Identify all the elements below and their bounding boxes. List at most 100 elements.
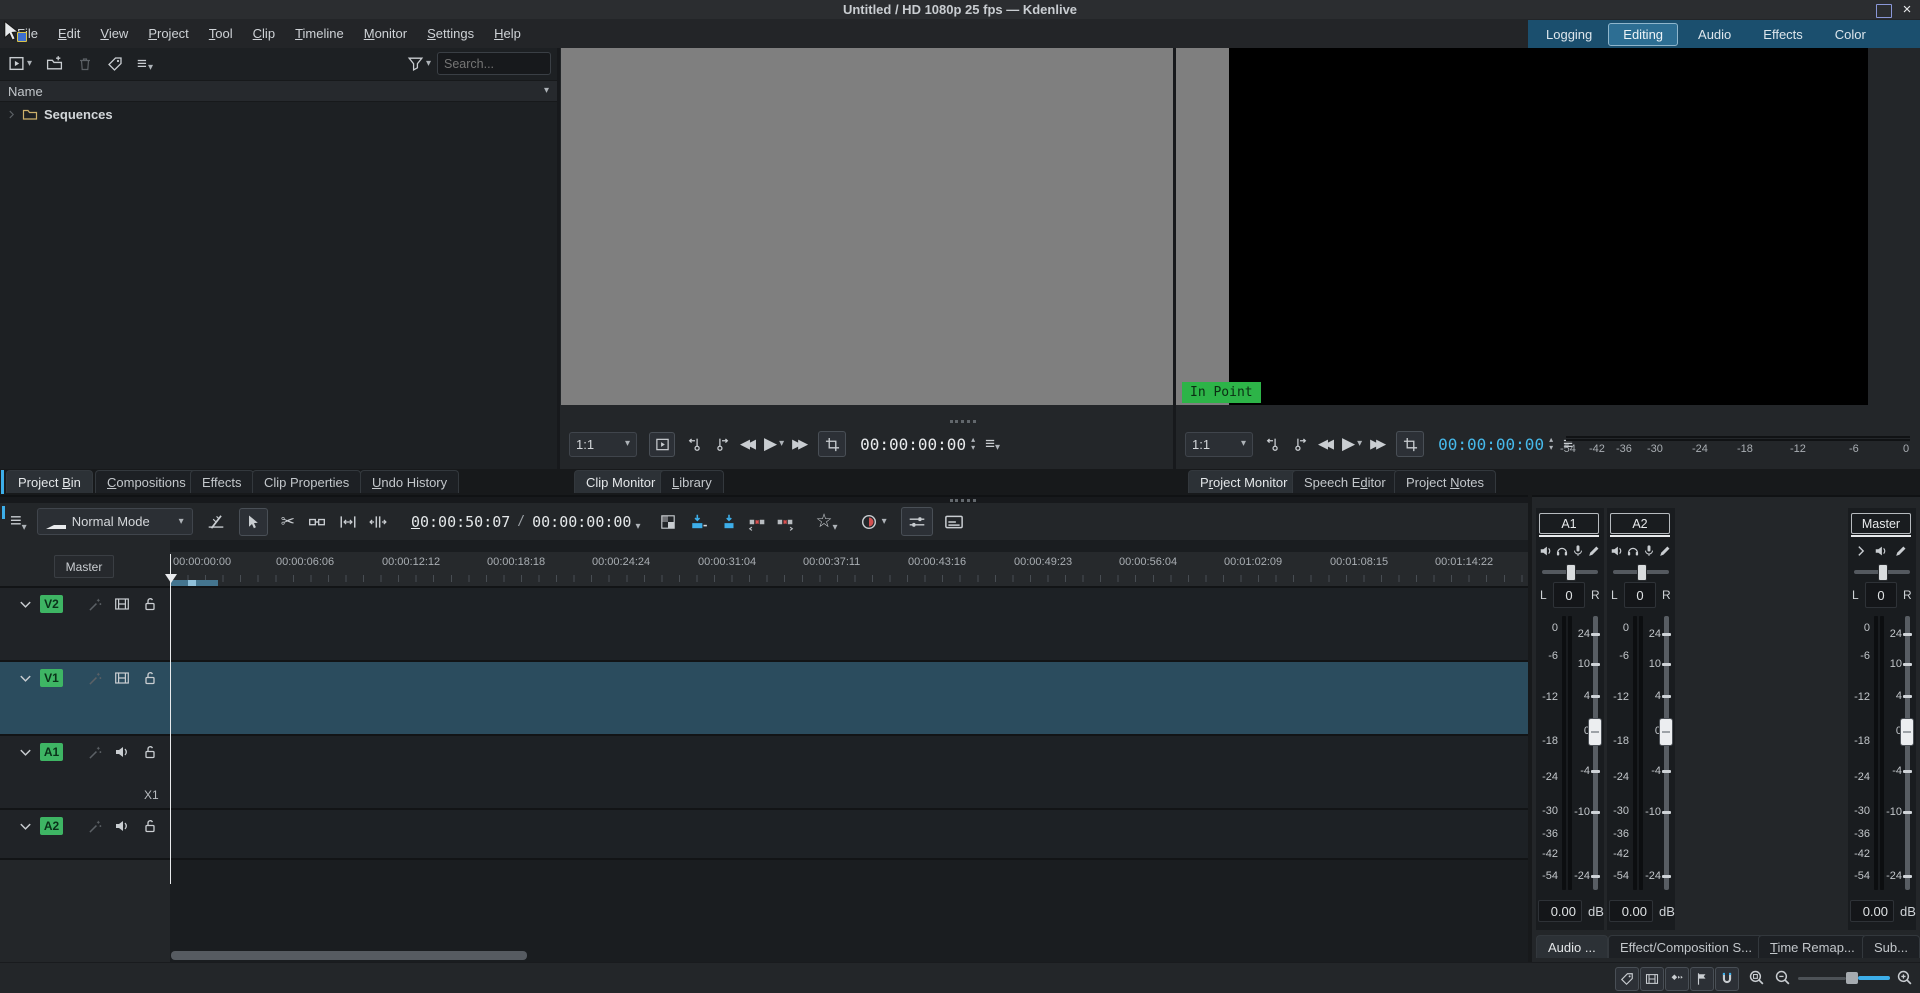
clip-timecode[interactable]: 00:00:00:00 <box>860 435 966 454</box>
balance-handle[interactable] <box>1566 564 1576 581</box>
splitter-dots[interactable] <box>950 420 976 423</box>
menu-settings[interactable]: Settings <box>418 26 483 41</box>
mute-icon[interactable] <box>1539 544 1553 558</box>
bin-header-caret-icon[interactable]: ▾ <box>544 86 549 96</box>
spacer-tool-icon[interactable] <box>339 513 357 531</box>
track-a1-header[interactable]: A1 X1 <box>0 736 170 808</box>
lock-icon[interactable] <box>142 596 158 612</box>
tab-effects[interactable]: Effects <box>190 470 254 493</box>
lock-icon[interactable] <box>142 818 158 834</box>
track-a2-body[interactable] <box>170 810 1528 858</box>
tab-subtitles[interactable]: Sub... <box>1862 935 1920 958</box>
show-effects-icon[interactable] <box>1658 544 1672 558</box>
add-clip-caret-icon[interactable]: ▾ <box>27 59 32 69</box>
favorite-effects-caret-icon[interactable]: ▾ <box>833 523 838 533</box>
playhead-line[interactable] <box>170 554 171 884</box>
effects-wand-icon[interactable] <box>88 597 103 612</box>
forward-icon[interactable]: ▶▶ <box>792 436 808 452</box>
tab-speech-editor[interactable]: Speech Editor <box>1292 470 1398 493</box>
track-name-badge[interactable]: V2 <box>40 595 63 613</box>
monitor-overlay-icon[interactable] <box>649 432 675 457</box>
timeline-position-timecode[interactable]: 00:00:50:07 <box>411 513 510 531</box>
balance-handle[interactable] <box>1637 564 1647 581</box>
timecode-down-icon[interactable]: ▾ <box>1549 444 1553 452</box>
tag-icon[interactable] <box>107 56 123 72</box>
volume-fader-handle[interactable] <box>1588 718 1602 746</box>
workspace-tab-logging[interactable]: Logging <box>1536 24 1602 45</box>
workspace-tab-editing[interactable]: Editing <box>1608 23 1678 46</box>
menu-icon[interactable]: ≡ <box>137 54 147 74</box>
collapse-track-icon[interactable] <box>18 597 33 612</box>
balance-value-box[interactable]: 0 <box>1865 582 1897 608</box>
timeline-menu-caret-icon[interactable]: ▾ <box>22 523 27 533</box>
zoom-slider-fill[interactable] <box>1858 976 1890 980</box>
monitor-mic-icon[interactable] <box>1571 544 1585 558</box>
compositing-icon[interactable] <box>659 513 677 531</box>
timecode-down-icon[interactable]: ▾ <box>971 444 975 452</box>
bin-name-header[interactable]: Name ▾ <box>0 80 557 102</box>
add-clip-icon[interactable] <box>8 55 25 72</box>
timeline-menu-icon[interactable]: ≡ <box>10 510 22 533</box>
snap-magnet-icon[interactable] <box>1715 967 1739 991</box>
create-folder-icon[interactable] <box>46 55 63 72</box>
track-name-badge[interactable]: A1 <box>40 743 63 761</box>
monitor-mic-icon[interactable] <box>1642 544 1656 558</box>
volume-fader-track[interactable] <box>1593 616 1598 890</box>
solo-icon[interactable] <box>1555 544 1569 558</box>
menu-monitor[interactable]: Monitor <box>355 26 416 41</box>
audio-track-icon[interactable] <box>114 744 130 760</box>
tab-time-remap[interactable]: Time Remap... <box>1758 935 1867 958</box>
menu-edit[interactable]: Edit <box>49 26 89 41</box>
mute-icon[interactable] <box>1610 544 1624 558</box>
maximize-button[interactable] <box>1876 4 1892 18</box>
effects-wand-icon[interactable] <box>88 819 103 834</box>
zoom-in-icon[interactable] <box>1896 969 1913 986</box>
balance-value-box[interactable]: 0 <box>1624 582 1656 608</box>
db-value-box[interactable]: 0.00 <box>1538 900 1582 922</box>
track-v1-body[interactable] <box>170 662 1528 734</box>
extract-zone-icon[interactable] <box>748 513 766 531</box>
forward-icon[interactable]: ▶▶ <box>1370 436 1386 452</box>
menu-caret-icon[interactable]: ▾ <box>148 63 153 73</box>
mixer-strip-title[interactable]: A1 <box>1539 513 1599 534</box>
filter-caret-icon[interactable]: ▾ <box>426 59 431 69</box>
zoom-slider-handle[interactable] <box>1846 972 1858 984</box>
workspace-tab-effects[interactable]: Effects <box>1753 24 1813 45</box>
balance-value-box[interactable]: 0 <box>1553 582 1585 608</box>
flag-icon[interactable] <box>1690 967 1714 991</box>
mixer-toggle-icon[interactable] <box>901 507 933 536</box>
effects-wand-icon[interactable] <box>88 745 103 760</box>
subtitle-icon[interactable] <box>944 512 964 532</box>
tab-clip-monitor[interactable]: Clip Monitor <box>574 470 667 493</box>
show-effects-icon[interactable] <box>1894 544 1908 558</box>
menu-project[interactable]: Project <box>139 26 197 41</box>
tab-compositions[interactable]: Compositions <box>95 470 198 493</box>
expand-strip-icon[interactable] <box>1854 544 1868 558</box>
mixer-strip-title[interactable]: A2 <box>1610 513 1670 534</box>
volume-fader-handle[interactable] <box>1900 718 1914 746</box>
timeline-ruler[interactable]: 00:00:00:00 00:00:06:06 00:00:12:12 00:0… <box>170 552 1528 588</box>
tab-project-bin[interactable]: Project Bin <box>6 470 93 493</box>
menu-clip[interactable]: Clip <box>244 26 284 41</box>
film-icon[interactable] <box>1640 967 1664 991</box>
tag-marker-icon[interactable] <box>1615 967 1639 991</box>
tab-project-notes[interactable]: Project Notes <box>1394 470 1496 493</box>
play-icon[interactable]: ▶ <box>764 434 777 454</box>
tab-undo-history[interactable]: Undo History <box>360 470 459 493</box>
tab-project-monitor[interactable]: Project Monitor <box>1188 470 1299 493</box>
timeline-hscrollbar[interactable] <box>171 951 527 960</box>
db-value-box[interactable]: 0.00 <box>1609 900 1653 922</box>
lock-icon[interactable] <box>142 744 158 760</box>
master-button[interactable]: Master <box>54 555 114 578</box>
effects-wand-icon[interactable] <box>88 671 103 686</box>
db-value-box[interactable]: 0.00 <box>1850 900 1894 922</box>
insert-zone-timeline-icon[interactable] <box>690 513 708 531</box>
markers-icon[interactable] <box>1665 967 1689 991</box>
track-a2-header[interactable]: A2 <box>0 810 170 858</box>
collapse-track-icon[interactable] <box>18 745 33 760</box>
edit-mode-combo[interactable]: Normal Mode ▾ <box>37 508 193 535</box>
record-icon[interactable] <box>860 513 878 531</box>
in-point-icon[interactable] <box>1265 436 1282 453</box>
video-track-icon[interactable] <box>114 596 130 612</box>
mixer-strip-title[interactable]: Master <box>1851 513 1911 534</box>
